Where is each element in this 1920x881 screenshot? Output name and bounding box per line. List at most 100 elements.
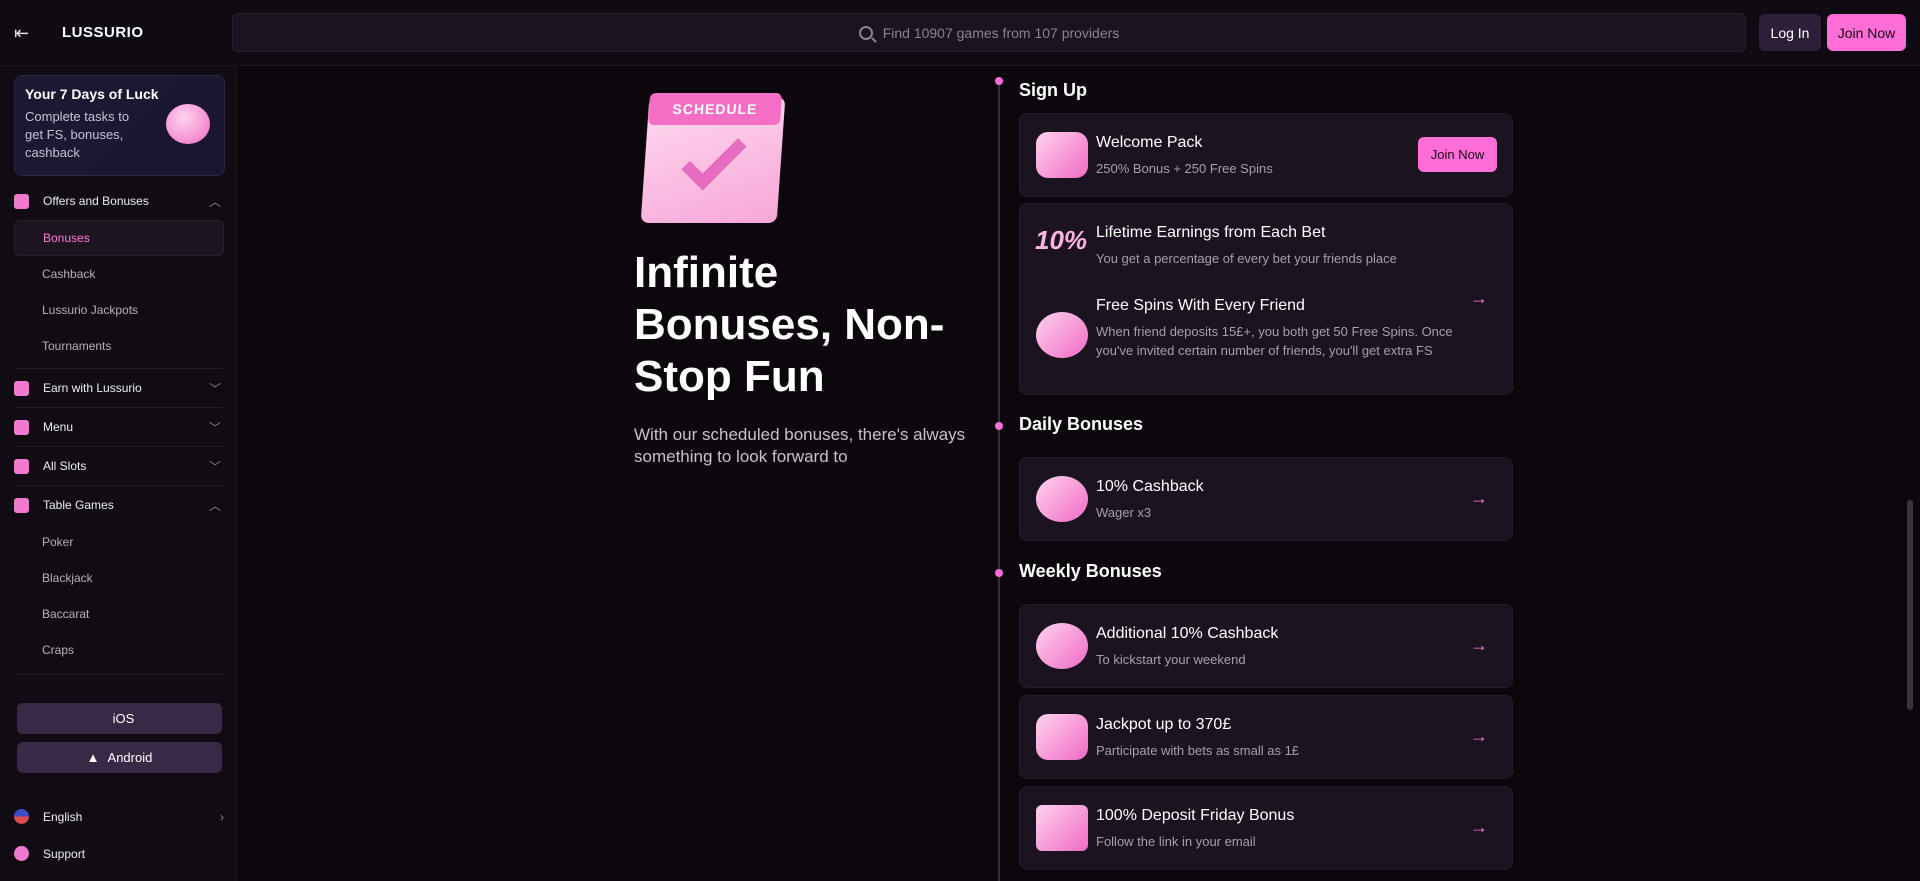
arrow-right-icon[interactable]: → — [1470, 488, 1488, 509]
card-description: 250% Bonus + 250 Free Spins — [1096, 161, 1273, 176]
gift-box-icon — [166, 104, 210, 144]
dice-icon — [14, 497, 29, 513]
sidebar-item-bonuses[interactable]: Bonuses — [14, 220, 224, 256]
support-label: Support — [43, 846, 86, 861]
search-icon — [858, 25, 873, 40]
timeline-dot — [995, 422, 1003, 430]
luck-promo-card[interactable]: Your 7 Days of Luck Complete tasks to ge… — [14, 75, 225, 176]
sidebar-section-slots[interactable]: All Slots ﹀ — [0, 447, 237, 485]
gift-icon — [14, 193, 29, 209]
language-label: English — [43, 809, 83, 824]
card-description: Follow the link in your email — [1096, 834, 1256, 849]
friday-bonus-card[interactable]: 100% Deposit Friday Bonus Follow the lin… — [1019, 786, 1513, 870]
luck-title: Your 7 Days of Luck — [25, 86, 159, 102]
timeline-dot — [995, 77, 1003, 85]
arrow-right-icon[interactable]: → — [1470, 817, 1488, 838]
us-flag-icon — [14, 809, 29, 824]
grid-icon — [14, 458, 29, 474]
collapse-sidebar-icon[interactable]: ⇤ — [14, 22, 36, 44]
sidebar-item-jackpots[interactable]: Lussurio Jackpots — [0, 292, 237, 328]
card-description: You get a percentage of every bet your f… — [1096, 251, 1397, 266]
sidebar-section-menu[interactable]: Menu ﹀ — [0, 408, 237, 446]
chevron-up-icon: ︿ — [208, 194, 221, 209]
support-link[interactable]: Support — [14, 846, 85, 861]
arrow-right-icon[interactable]: → — [1470, 635, 1488, 656]
chevron-right-icon: › — [220, 809, 224, 824]
sidebar: Your 7 Days of Luck Complete tasks to ge… — [0, 66, 237, 881]
android-app-button[interactable]: ▲ Android — [17, 742, 222, 773]
divider — [14, 674, 223, 675]
gift-icon — [1036, 132, 1088, 178]
arrow-right-icon[interactable]: → — [1470, 726, 1488, 747]
android-icon: ▲ — [86, 750, 100, 765]
section-title-weekly: Weekly Bonuses — [1019, 561, 1162, 581]
envelope-icon — [1036, 805, 1088, 851]
coins-icon — [14, 380, 29, 396]
search-placeholder: Find 10907 games from 107 providers — [882, 24, 1120, 41]
schedule-calendar-illustration: SCHEDULE — [640, 83, 787, 223]
hero-subtitle: With our scheduled bonuses, there's alwa… — [634, 425, 966, 466]
scrollbar-thumb[interactable] — [1907, 500, 1913, 710]
jackpot-card[interactable]: Jackpot up to 370£ Participate with bets… — [1019, 695, 1513, 779]
card-description: Wager x3 — [1096, 505, 1152, 520]
sidebar-item-tournaments[interactable]: Tournaments — [0, 328, 237, 364]
refresh-cycle-icon — [1036, 312, 1088, 358]
card-title: Jackpot up to 370£ — [1096, 716, 1232, 733]
language-selector[interactable]: English › — [14, 809, 224, 824]
logo[interactable]: LUSSURIO — [62, 24, 144, 41]
card-title: 10% Cashback — [1096, 478, 1204, 495]
sidebar-item-baccarat[interactable]: Baccarat — [0, 596, 237, 632]
dollar-cycle-icon — [1036, 476, 1088, 522]
timeline-line — [998, 80, 1000, 881]
ios-app-button[interactable]: iOS — [17, 703, 222, 734]
sidebar-section-earn[interactable]: Earn with Lussurio ﹀ — [0, 369, 237, 407]
timeline-dot — [995, 569, 1003, 577]
card-title: Lifetime Earnings from Each Bet — [1096, 224, 1326, 241]
arrow-right-icon[interactable]: → — [1470, 288, 1488, 309]
section-label: Menu — [43, 420, 74, 434]
chevron-down-icon: ﹀ — [208, 381, 221, 396]
section-label: All Slots — [43, 459, 87, 473]
join-now-button[interactable]: Join Now — [1827, 14, 1906, 51]
search-input[interactable]: Find 10907 games from 107 providers — [232, 13, 1746, 52]
dollar-cycle-icon — [1036, 623, 1088, 669]
section-title-sign-up: Sign Up — [1019, 80, 1087, 100]
section-title-daily: Daily Bonuses — [1019, 414, 1144, 434]
card-description: When friend deposits 15£+, you both get … — [1096, 324, 1453, 358]
app-frame: ⇤ LUSSURIO Find 10907 games from 107 pro… — [0, 0, 1920, 881]
welcome-pack-card[interactable]: Welcome Pack 250% Bonus + 250 Free Spins… — [1019, 113, 1513, 197]
card-title: Additional 10% Cashback — [1096, 625, 1279, 642]
sidebar-section-offers[interactable]: Offers and Bonuses ︿ — [0, 182, 237, 220]
top-bar: ⇤ LUSSURIO Find 10907 games from 107 pro… — [0, 0, 1920, 66]
section-label: Earn with Lussurio — [43, 381, 142, 395]
login-button[interactable]: Log In — [1759, 14, 1821, 51]
card-title: Welcome Pack — [1096, 134, 1203, 151]
card-title: Free Spins With Every Friend — [1096, 297, 1305, 314]
sidebar-section-table-games[interactable]: Table Games ︿ — [0, 486, 237, 524]
chevron-up-icon: ︿ — [208, 498, 221, 513]
daily-cashback-card[interactable]: 10% Cashback Wager x3 → — [1019, 457, 1513, 541]
ten-percent-badge: 10% — [1035, 225, 1088, 255]
chat-icon — [14, 846, 29, 861]
page-scrollbar[interactable] — [1906, 66, 1914, 881]
chevron-down-icon: ﹀ — [208, 459, 221, 474]
sidebar-item-craps[interactable]: Craps — [0, 632, 237, 668]
chevron-down-icon: ﹀ — [208, 420, 221, 435]
card-description: To kickstart your weekend — [1096, 652, 1246, 667]
welcome-join-now-button[interactable]: Join Now — [1418, 137, 1497, 172]
treasure-icon — [1036, 714, 1088, 760]
referral-card[interactable]: 10% Lifetime Earnings from Each Bet You … — [1019, 203, 1513, 395]
card-description: Participate with bets as small as 1£ — [1096, 743, 1300, 758]
hero-title: Infinite Bonuses, Non-Stop Fun — [634, 248, 945, 401]
sidebar-item-cashback[interactable]: Cashback — [0, 256, 237, 292]
section-label: Table Games — [43, 498, 114, 512]
sidebar-item-blackjack[interactable]: Blackjack — [0, 560, 237, 596]
android-label: Android — [107, 750, 153, 765]
section-label: Offers and Bonuses — [43, 194, 149, 208]
sidebar-nav: Offers and Bonuses ︿ Bonuses Cashback Lu… — [0, 182, 237, 675]
weekly-cashback-card[interactable]: Additional 10% Cashback To kickstart you… — [1019, 604, 1513, 688]
luck-description: Complete tasks to get FS, bonuses, cashb… — [25, 109, 130, 160]
calendar-header: SCHEDULE — [647, 93, 783, 125]
sidebar-item-poker[interactable]: Poker — [0, 524, 237, 560]
ios-label: iOS — [112, 711, 135, 726]
